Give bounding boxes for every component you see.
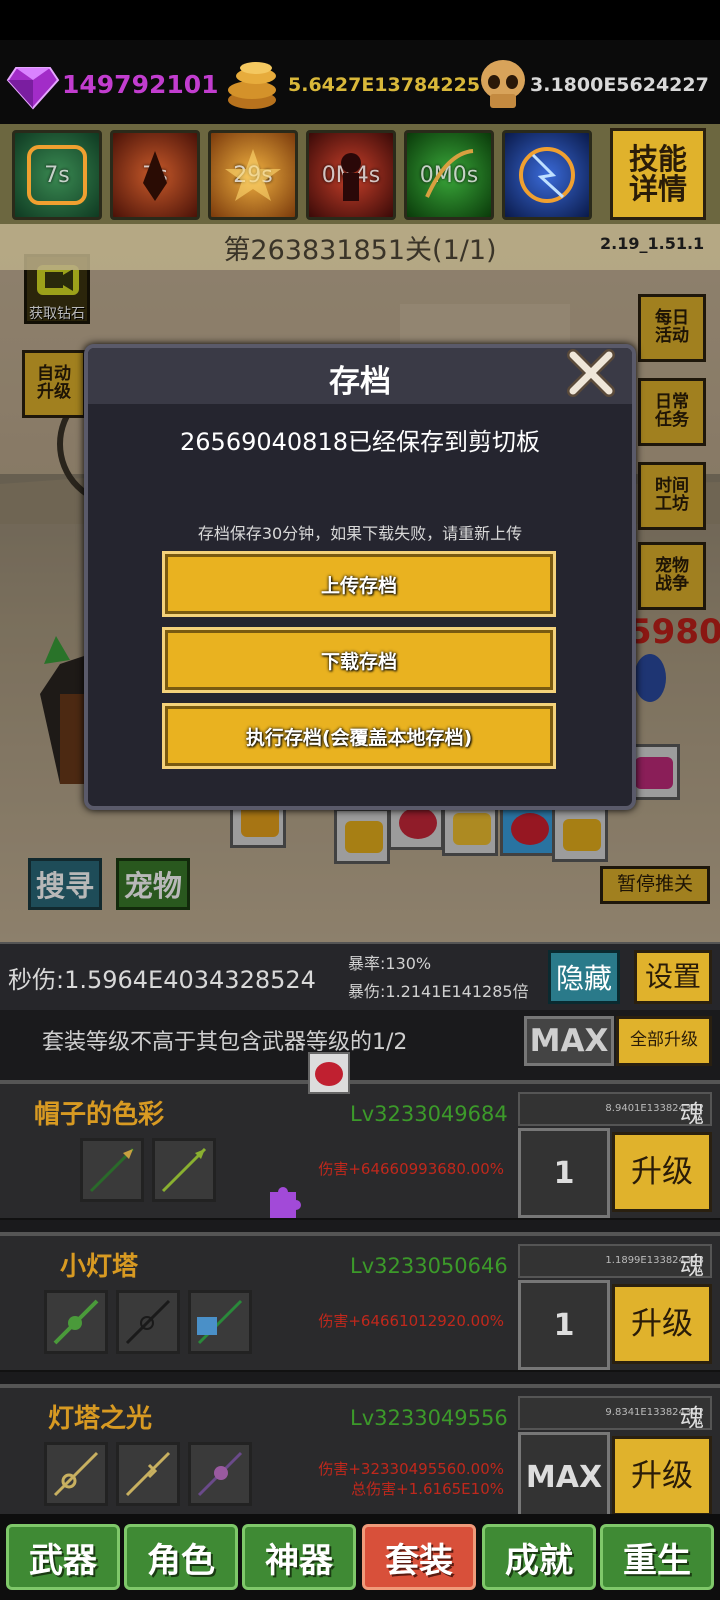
gold-count: 5.6427E13784225 xyxy=(288,74,481,96)
upgrade-all-button[interactable]: 全部升级 xyxy=(616,1016,712,1066)
dialog-message: 26569040818已经保存到剪切板 xyxy=(180,428,540,456)
hide-button[interactable]: 隐藏 xyxy=(548,950,620,1004)
save-dialog: 存档 26569040818已经保存到剪切板 存档保存30分钟，如果下载失败，请… xyxy=(84,344,636,810)
game-screen: { "resources": { "diamonds": "149792101"… xyxy=(0,0,720,1600)
weapon-slot[interactable] xyxy=(80,1138,144,1202)
floating-gem[interactable] xyxy=(308,1052,350,1094)
arrow-weapon-icon xyxy=(125,1451,171,1497)
upgrade-button[interactable]: 升级 xyxy=(612,1132,712,1212)
tab-sets[interactable]: 套装 xyxy=(362,1524,476,1590)
tab-rebirth[interactable]: 重生 xyxy=(600,1524,714,1590)
skull-icon xyxy=(481,60,525,108)
set-damage: 伤害+64660993680.00% xyxy=(318,1160,504,1178)
close-icon[interactable] xyxy=(566,348,616,398)
soul-unit: 魂 xyxy=(680,1252,704,1280)
lightning-skill-icon xyxy=(519,147,575,203)
tab-weapons[interactable]: 武器 xyxy=(6,1524,120,1590)
diamond-count: 149792101 xyxy=(62,70,219,99)
soul-unit: 魂 xyxy=(680,1404,704,1432)
skill-slot-2[interactable]: 7s xyxy=(110,130,200,220)
weapon-slot[interactable] xyxy=(188,1442,252,1506)
skill-details-button[interactable]: 技能 详情 xyxy=(610,128,706,220)
arrow-weapon-icon xyxy=(197,1299,243,1345)
upgrade-count[interactable]: 1 xyxy=(518,1128,610,1218)
set-level: Lv3233050646 xyxy=(350,1254,508,1278)
upgrade-count[interactable]: MAX xyxy=(518,1432,610,1522)
bow-skill-icon xyxy=(425,149,474,198)
weapon-slot[interactable] xyxy=(116,1290,180,1354)
dialog-header: 存档 xyxy=(88,348,632,404)
set-rule-text: 套装等级不高于其包含武器等级的1/2 xyxy=(42,1030,408,1055)
skill-slot-1[interactable]: 7s xyxy=(12,130,102,220)
upgrade-count[interactable]: 1 xyxy=(518,1280,610,1370)
swordsman-skill-icon xyxy=(143,151,167,201)
upgrade-button[interactable]: 升级 xyxy=(612,1284,712,1364)
set-total-damage: 总伤害+1.6165E10% xyxy=(351,1480,504,1498)
skill-slot-3[interactable]: 29s xyxy=(208,130,298,220)
stats-bar: 秒伤:1.5964E4034328524 暴率:130% 暴伤:1.2141E1… xyxy=(0,942,720,1010)
set-name: 小灯塔 xyxy=(60,1252,139,1282)
diamond-icon xyxy=(6,67,60,110)
shield-skill-icon xyxy=(27,145,87,205)
soul-count: 3.1800E5624227 xyxy=(530,74,709,96)
max-button[interactable]: MAX xyxy=(524,1016,614,1066)
star-skill-icon xyxy=(225,149,281,201)
weapon-slot[interactable] xyxy=(152,1138,216,1202)
arrow-weapon-icon xyxy=(53,1451,99,1497)
tab-achievements[interactable]: 成就 xyxy=(482,1524,596,1590)
arrow-weapon-icon xyxy=(125,1299,171,1345)
soul-unit: 魂 xyxy=(680,1100,704,1128)
puzzle-piece-icon[interactable] xyxy=(262,1178,304,1220)
weapon-slot[interactable] xyxy=(188,1290,252,1354)
set-damage: 伤害+32330495560.00% xyxy=(318,1460,504,1478)
set-level: Lv3233049684 xyxy=(350,1102,508,1126)
skill-slot-5[interactable]: 0M0s xyxy=(404,130,494,220)
arrow-weapon-icon xyxy=(89,1147,135,1193)
skill-slot-4[interactable]: 0M4s xyxy=(306,130,396,220)
weapon-slot[interactable] xyxy=(44,1442,108,1506)
set-card: 灯塔之光 Lv3233049556 伤害+32330495560.00% 总伤害… xyxy=(0,1384,720,1524)
dps-label: 秒伤:1.5964E4034328524 xyxy=(8,966,316,994)
ruby-icon xyxy=(315,1062,343,1086)
set-panel: 套装等级不高于其包含武器等级的1/2 MAX 全部升级 帽子的色彩 Lv3233… xyxy=(0,1010,720,1524)
skill-slot-6[interactable] xyxy=(502,130,592,220)
crit-rate-label: 暴率:130% xyxy=(348,954,432,973)
skill-bar: 7s 7s 29s 0M4s 0M0s 技能 详情 xyxy=(0,124,720,224)
set-name: 帽子的色彩 xyxy=(34,1100,165,1130)
weapon-slot[interactable] xyxy=(44,1290,108,1354)
fire-warrior-skill-icon xyxy=(341,153,361,201)
weapon-slot[interactable] xyxy=(116,1442,180,1506)
set-card: 小灯塔 Lv3233050646 伤害+64661012920.00% 1.18… xyxy=(0,1232,720,1372)
set-name: 灯塔之光 xyxy=(48,1404,153,1434)
dialog-note: 存档保存30分钟，如果下载失败，请重新上传 xyxy=(197,524,523,543)
crit-damage-label: 暴伤:1.2141E141285倍 xyxy=(348,982,529,1001)
set-card: 帽子的色彩 Lv3233049684 伤害+64660993680.00% 8.… xyxy=(0,1080,720,1220)
execute-save-button[interactable]: 执行存档(会覆盖本地存档) xyxy=(162,703,556,769)
dialog-title: 存档 xyxy=(329,364,391,400)
version-label: 2.19_1.51.1 xyxy=(600,234,705,253)
resource-bar: 149792101 5.6427E13784225 3.1800E5624227 xyxy=(0,40,720,124)
upgrade-button[interactable]: 升级 xyxy=(612,1436,712,1516)
settings-button[interactable]: 设置 xyxy=(634,950,712,1004)
upload-save-button[interactable]: 上传存档 xyxy=(162,551,556,617)
tab-character[interactable]: 角色 xyxy=(124,1524,238,1590)
set-damage: 伤害+64661012920.00% xyxy=(318,1312,504,1330)
download-save-button[interactable]: 下载存档 xyxy=(162,627,556,693)
arrow-weapon-icon xyxy=(53,1299,99,1345)
set-level: Lv3233049556 xyxy=(350,1406,508,1430)
tab-artifacts[interactable]: 神器 xyxy=(242,1524,356,1590)
arrow-weapon-icon xyxy=(161,1147,207,1193)
stage-bar: 第263831851关(1/1) 2.19_1.51.1 xyxy=(0,224,720,270)
arrow-weapon-icon xyxy=(197,1451,243,1497)
bottom-nav: 武器 角色 神器 套装 成就 重生 xyxy=(0,1514,720,1600)
gold-coins-icon xyxy=(228,62,276,109)
